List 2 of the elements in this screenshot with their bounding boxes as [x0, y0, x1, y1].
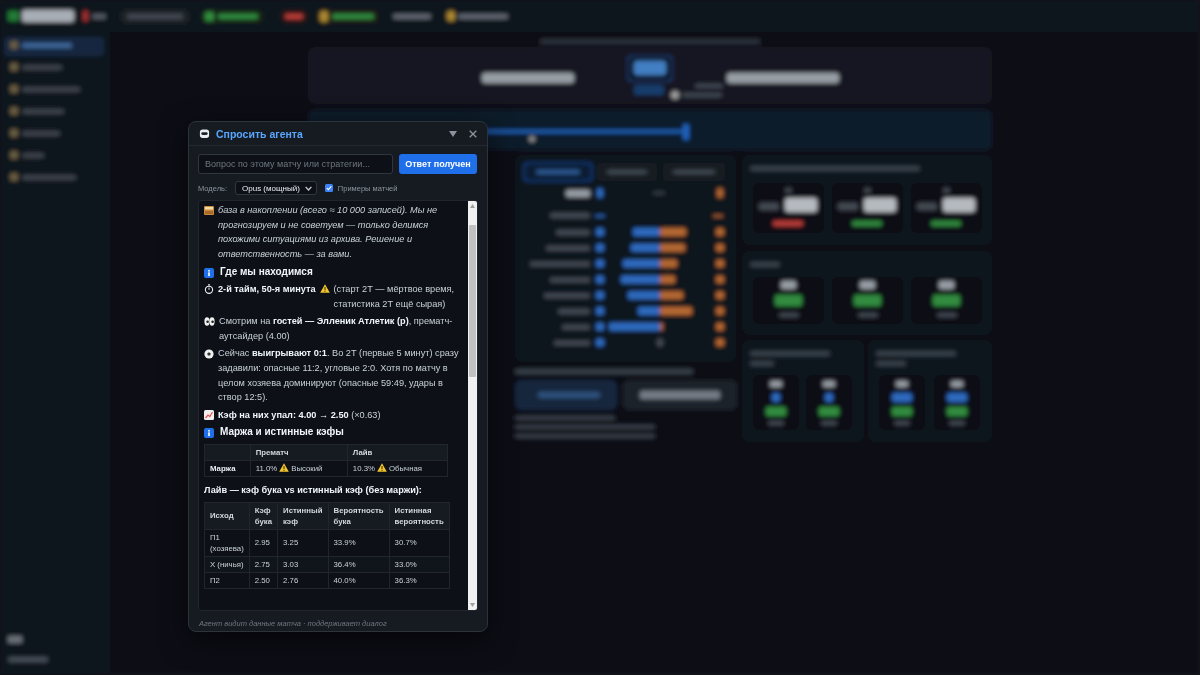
- table-caption: Лайв — кэф бука vs истинный кэф (без маржи):: [204, 483, 423, 497]
- section-heading: Маржа и истинные кэфы: [220, 425, 344, 440]
